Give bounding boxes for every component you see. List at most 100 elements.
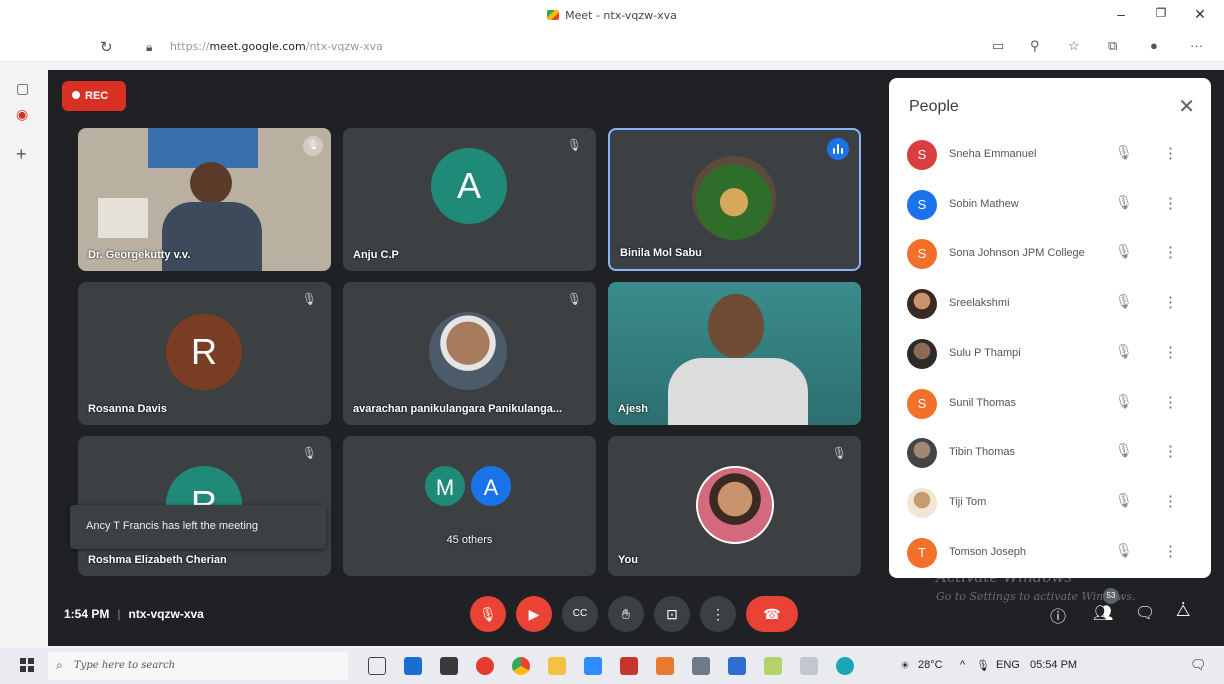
separator: | xyxy=(117,607,121,621)
favorites-icon[interactable]: ☆ xyxy=(1068,38,1080,54)
activities-icon[interactable]: ⧊ xyxy=(1176,603,1190,621)
microphone-icon[interactable]: 🎙︎ xyxy=(976,659,990,672)
app-icon[interactable] xyxy=(620,657,638,675)
taskbar-search[interactable]: ⌕ Type here to search xyxy=(48,652,348,680)
participant-row[interactable]: S Sunil Thomas 🎙︎ ⋮ xyxy=(889,379,1211,429)
captions-button[interactable]: CC xyxy=(562,596,598,632)
self-tile[interactable]: 🎙︎ You xyxy=(608,436,861,576)
participant-row[interactable]: S Sneha Emmanuel 🎙︎ ⋮ xyxy=(889,130,1211,180)
participant-row[interactable]: Sreelakshmi 🎙︎ ⋮ xyxy=(889,279,1211,329)
app-icon[interactable] xyxy=(764,657,782,675)
muted-mic-icon[interactable]: 🎙︎ xyxy=(1115,343,1133,360)
participant-tile[interactable]: Binila Mol Sabu xyxy=(608,128,861,271)
participant-row[interactable]: Tiji Tom 🎙︎ ⋮ xyxy=(889,478,1211,528)
raise-hand-button[interactable]: ✋︎ xyxy=(608,596,644,632)
refresh-icon[interactable]: ↻ xyxy=(100,38,113,56)
people-panel: People ✕ S Sneha Emmanuel 🎙︎ ⋮ S Sobin M… xyxy=(889,78,1211,578)
calculator-icon[interactable] xyxy=(800,657,818,675)
browser-side-panel: ▢ ◉ + xyxy=(0,62,48,650)
more-menu-icon[interactable]: ··· xyxy=(1190,38,1203,53)
participant-name: Sobin Mathew xyxy=(949,198,1019,210)
present-button[interactable]: ⊡ xyxy=(654,596,690,632)
others-tile[interactable]: M A 45 others xyxy=(343,436,596,576)
avatar: A xyxy=(469,464,513,508)
restore-icon[interactable]: ❐ xyxy=(1151,6,1171,20)
muted-mic-icon: 🎙︎ xyxy=(301,292,317,306)
tab-title: Meet - ntx-vqzw-xva xyxy=(565,9,677,22)
participant-tile[interactable]: 🎙︎ avarachan panikulangara Panikulanga..… xyxy=(343,282,596,425)
app-icon[interactable] xyxy=(656,657,674,675)
muted-mic-icon[interactable]: 🎙︎ xyxy=(1115,393,1133,410)
windows-taskbar: ⌕ Type here to search ☀︎ 28°C ^ 🎙︎ ENG 05… xyxy=(0,648,1224,684)
muted-mic-icon[interactable]: 🎙︎ xyxy=(1115,542,1133,559)
chrome-icon[interactable] xyxy=(512,657,530,675)
windows-start-icon[interactable] xyxy=(20,658,34,672)
task-view-icon[interactable] xyxy=(368,657,386,675)
participant-row[interactable]: Sulu P Thampi 🎙︎ ⋮ xyxy=(889,329,1211,379)
participant-row[interactable]: S Sobin Mathew 🎙︎ ⋮ xyxy=(889,180,1211,230)
muted-mic-icon[interactable]: 🎙︎ xyxy=(1115,194,1133,211)
more-options-icon[interactable]: ⋮ xyxy=(1163,442,1178,460)
more-options-button[interactable]: ⋮ xyxy=(700,596,736,632)
muted-mic-icon[interactable]: 🎙︎ xyxy=(1115,144,1133,161)
weather-icon[interactable]: ☀︎ xyxy=(900,659,910,672)
rec-dot-icon xyxy=(72,91,80,99)
participant-tile[interactable]: 🎙︎ Dr. Georgekutty v.v. xyxy=(78,128,331,271)
participant-tile[interactable]: 🎙︎ A Anju C.P xyxy=(343,128,596,271)
profile-icon[interactable]: ● xyxy=(1150,38,1158,53)
mic-toggle-button[interactable]: 🎙︎ xyxy=(470,596,506,632)
more-options-icon[interactable]: ⋮ xyxy=(1163,542,1178,560)
extension-icon[interactable]: ⚲ xyxy=(1030,38,1040,54)
edge-icon[interactable] xyxy=(836,657,854,675)
participant-tile[interactable]: 🎙︎ R Rosanna Davis xyxy=(78,282,331,425)
people-icon[interactable]: 👥︎ xyxy=(1093,603,1113,623)
minimize-icon[interactable]: – xyxy=(1111,6,1131,22)
temperature[interactable]: 28°C xyxy=(918,659,943,671)
participant-row[interactable]: T Tomson Joseph 🎙︎ ⋮ xyxy=(889,528,1211,578)
leave-call-button[interactable]: ☎︎ xyxy=(746,596,798,632)
tray-expand-icon[interactable]: ^ xyxy=(960,659,965,671)
language-indicator[interactable]: ENG xyxy=(996,659,1020,671)
more-options-icon[interactable]: ⋮ xyxy=(1163,194,1178,212)
notification-toast: Ancy T Francis has left the meeting xyxy=(70,505,326,549)
meeting-code: ntx-vqzw-xva xyxy=(128,607,204,621)
tabs-icon[interactable]: ▢ xyxy=(16,80,29,97)
more-options-icon[interactable]: ⋮ xyxy=(1163,343,1178,361)
app-icon[interactable] xyxy=(728,657,746,675)
app-icon[interactable] xyxy=(692,657,710,675)
taskbar-clock[interactable]: 05:54 PM xyxy=(1030,659,1077,671)
more-options-icon[interactable]: ⋮ xyxy=(1163,144,1178,162)
muted-mic-icon[interactable]: 🎙︎ xyxy=(1115,293,1133,310)
more-options-icon[interactable]: ⋮ xyxy=(1163,393,1178,411)
more-options-icon[interactable]: ⋮ xyxy=(1163,492,1178,510)
participant-tile[interactable]: Ajesh xyxy=(608,282,861,425)
add-icon[interactable]: + xyxy=(16,144,27,165)
store-app-icon[interactable] xyxy=(440,657,458,675)
more-options-icon[interactable]: ⋮ xyxy=(1163,293,1178,311)
reader-icon[interactable]: ▭ xyxy=(992,38,1004,54)
more-options-icon[interactable]: ⋮ xyxy=(1163,243,1178,261)
avatar xyxy=(907,488,937,518)
muted-mic-icon[interactable]: 🎙︎ xyxy=(1115,492,1133,509)
chat-icon[interactable]: 🗨︎ xyxy=(1135,603,1155,623)
record-icon[interactable]: ◉ xyxy=(16,106,28,123)
person-head xyxy=(190,162,232,204)
mail-app-icon[interactable] xyxy=(404,657,422,675)
avatar: R xyxy=(166,314,242,390)
person-body xyxy=(668,358,808,425)
participant-row[interactable]: Tibin Thomas 🎙︎ ⋮ xyxy=(889,428,1211,478)
file-explorer-icon[interactable] xyxy=(548,657,566,675)
participant-name: Sneha Emmanuel xyxy=(949,148,1037,160)
close-window-icon[interactable]: ✕ xyxy=(1190,6,1210,23)
muted-mic-icon[interactable]: 🎙︎ xyxy=(1115,442,1133,459)
zoom-app-icon[interactable] xyxy=(584,657,602,675)
app-icon[interactable] xyxy=(476,657,494,675)
collections-icon[interactable]: ⧉ xyxy=(1108,38,1117,54)
muted-mic-icon[interactable]: 🎙︎ xyxy=(1115,243,1133,260)
camera-toggle-button[interactable]: ▶ xyxy=(516,596,552,632)
url-field[interactable]: https://meet.google.com/ntx-vqzw-xva xyxy=(170,40,383,53)
info-icon[interactable]: ⓘ xyxy=(1050,603,1066,627)
close-icon[interactable]: ✕ xyxy=(1178,94,1195,119)
notifications-icon[interactable]: 🗨︎ xyxy=(1190,657,1207,673)
participant-row[interactable]: S Sona Johnson JPM College 🎙︎ ⋮ xyxy=(889,229,1211,279)
